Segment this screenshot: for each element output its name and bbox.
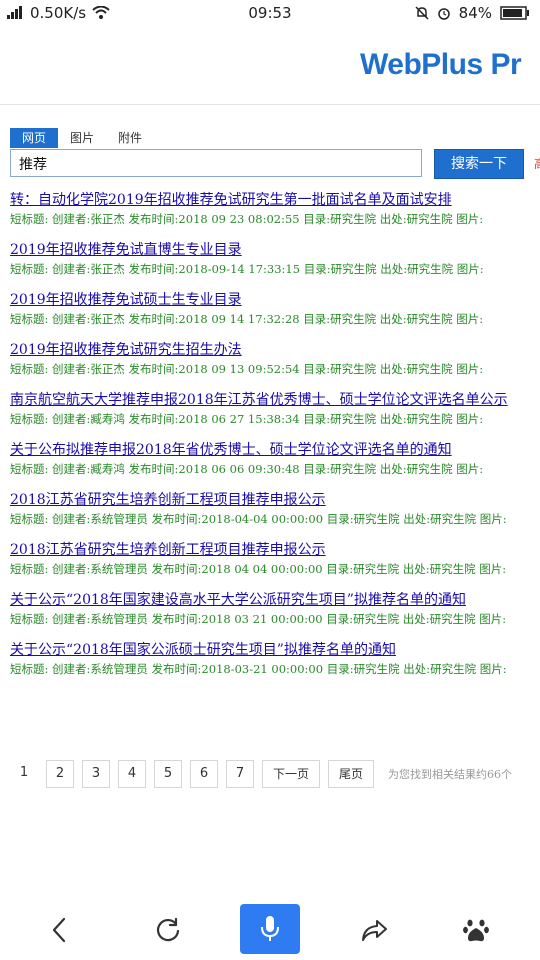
result-title-link[interactable]: 2019年招收推荐免试研究生招生办法 <box>10 340 540 360</box>
result-meta: 短标题: 创建者:系统管理员 发布时间:2018 04 04 00:00:00 … <box>10 562 507 576</box>
result-meta: 短标题: 创建者:张正杰 发布时间:2018 09 23 08:02:55 目录… <box>10 212 484 226</box>
microphone-icon <box>261 916 279 941</box>
pagination: 1 2 3 4 5 6 7 下一页 尾页 为您找到相关结果约66个 <box>10 760 512 788</box>
page-link-6[interactable]: 6 <box>190 760 218 788</box>
list-item: 关于公布拟推荐申报2018年省优秀博士、硕士学位论文评选名单的通知 短标题: 创… <box>10 440 540 478</box>
result-meta: 短标题: 创建者:系统管理员 发布时间:2018-03-21 00:00:00 … <box>10 662 507 676</box>
tab-images[interactable]: 图片 <box>58 128 106 148</box>
last-page-button[interactable]: 尾页 <box>328 760 375 788</box>
list-item: 2018江苏省研究生培养创新工程项目推荐申报公示 短标题: 创建者:系统管理员 … <box>10 540 540 578</box>
voice-search-button[interactable] <box>240 904 300 954</box>
result-title-link[interactable]: 2019年招收推荐免试直博生专业目录 <box>10 240 540 260</box>
result-title-link[interactable]: 南京航空航天大学推荐申报2018年江苏省优秀博士、硕士学位论文评选名单公示 <box>10 390 540 410</box>
results-count: 为您找到相关结果约66个 <box>388 768 513 781</box>
baidu-paw-icon <box>463 919 489 942</box>
site-header: WebPlus Pr <box>0 26 540 105</box>
refresh-button[interactable] <box>140 906 196 954</box>
result-meta: 短标题: 创建者:系统管理员 发布时间:2018 03 21 00:00:00 … <box>10 612 507 626</box>
refresh-icon <box>156 917 180 942</box>
list-item: 2019年招收推荐免试直博生专业目录 短标题: 创建者:张正杰 发布时间:201… <box>10 240 540 278</box>
page-link-3[interactable]: 3 <box>82 760 110 788</box>
share-button[interactable] <box>346 906 402 954</box>
result-meta: 短标题: 创建者:系统管理员 发布时间:2018-04-04 00:00:00 … <box>10 512 507 526</box>
back-button[interactable] <box>32 906 88 954</box>
back-icon <box>52 917 66 943</box>
result-title-link[interactable]: 2018江苏省研究生培养创新工程项目推荐申报公示 <box>10 540 540 560</box>
list-item: 转：自动化学院2019年招收推荐免试研究生第一批面试名单及面试安排 短标题: 创… <box>10 190 540 228</box>
share-icon <box>362 920 387 941</box>
list-item: 2018江苏省研究生培养创新工程项目推荐申报公示 短标题: 创建者:系统管理员 … <box>10 490 540 528</box>
status-bar: 0.50K/s 09:53 84% <box>0 0 540 26</box>
results-list: 转：自动化学院2019年招收推荐免试研究生第一批面试名单及面试安排 短标题: 创… <box>10 190 540 690</box>
result-title-link[interactable]: 关于公示“2018年国家建设高水平大学公派研究生项目”拟推荐名单的通知 <box>10 590 540 610</box>
result-meta: 短标题: 创建者:张正杰 发布时间:2018 09 14 17:32:28 目录… <box>10 312 484 326</box>
battery-icon <box>500 6 529 20</box>
advanced-search-link[interactable]: 高 <box>534 155 540 169</box>
page-link-7[interactable]: 7 <box>226 760 254 788</box>
site-logo: WebPlus Pr <box>360 48 522 81</box>
list-item: 关于公示“2018年国家公派硕士研究生项目”拟推荐名单的通知 短标题: 创建者:… <box>10 640 540 678</box>
page-current: 1 <box>10 760 38 788</box>
baidu-home-button[interactable] <box>448 906 504 954</box>
search-button[interactable]: 搜索一下 <box>434 149 524 179</box>
result-meta: 短标题: 创建者:臧寿鸿 发布时间:2018 06 27 15:38:34 目录… <box>10 412 484 426</box>
browser-bottom-bar <box>0 900 540 960</box>
list-item: 2019年招收推荐免试研究生招生办法 短标题: 创建者:张正杰 发布时间:201… <box>10 340 540 378</box>
result-meta: 短标题: 创建者:臧寿鸿 发布时间:2018 06 06 09:30:48 目录… <box>10 462 484 476</box>
result-meta: 短标题: 创建者:张正杰 发布时间:2018-09-14 17:33:15 目录… <box>10 262 484 276</box>
page-link-5[interactable]: 5 <box>154 760 182 788</box>
list-item: 关于公示“2018年国家建设高水平大学公派研究生项目”拟推荐名单的通知 短标题:… <box>10 590 540 628</box>
search-tabs: 网页 图片 附件 <box>10 128 154 148</box>
page-link-2[interactable]: 2 <box>46 760 74 788</box>
result-title-link[interactable]: 2019年招收推荐免试硕士生专业目录 <box>10 290 540 310</box>
battery-percent: 84% <box>458 4 492 22</box>
list-item: 2019年招收推荐免试硕士生专业目录 短标题: 创建者:张正杰 发布时间:201… <box>10 290 540 328</box>
result-title-link[interactable]: 关于公示“2018年国家公派硕士研究生项目”拟推荐名单的通知 <box>10 640 540 660</box>
result-title-link[interactable]: 关于公布拟推荐申报2018年省优秀博士、硕士学位论文评选名单的通知 <box>10 440 540 460</box>
result-title-link[interactable]: 转：自动化学院2019年招收推荐免试研究生第一批面试名单及面试安排 <box>10 190 540 210</box>
status-right: 84% <box>415 4 530 22</box>
search-input[interactable]: 推荐 <box>10 149 422 177</box>
mute-bell-icon <box>415 6 429 20</box>
alarm-icon <box>437 8 450 20</box>
result-title-link[interactable]: 2018江苏省研究生培养创新工程项目推荐申报公示 <box>10 490 540 510</box>
next-page-button[interactable]: 下一页 <box>262 760 321 788</box>
tab-web[interactable]: 网页 <box>10 128 59 148</box>
tab-attachments[interactable]: 附件 <box>106 128 154 148</box>
page-link-4[interactable]: 4 <box>118 760 146 788</box>
list-item: 南京航空航天大学推荐申报2018年江苏省优秀博士、硕士学位论文评选名单公示 短标… <box>10 390 540 428</box>
result-meta: 短标题: 创建者:张正杰 发布时间:2018 09 13 09:52:54 目录… <box>10 362 484 376</box>
